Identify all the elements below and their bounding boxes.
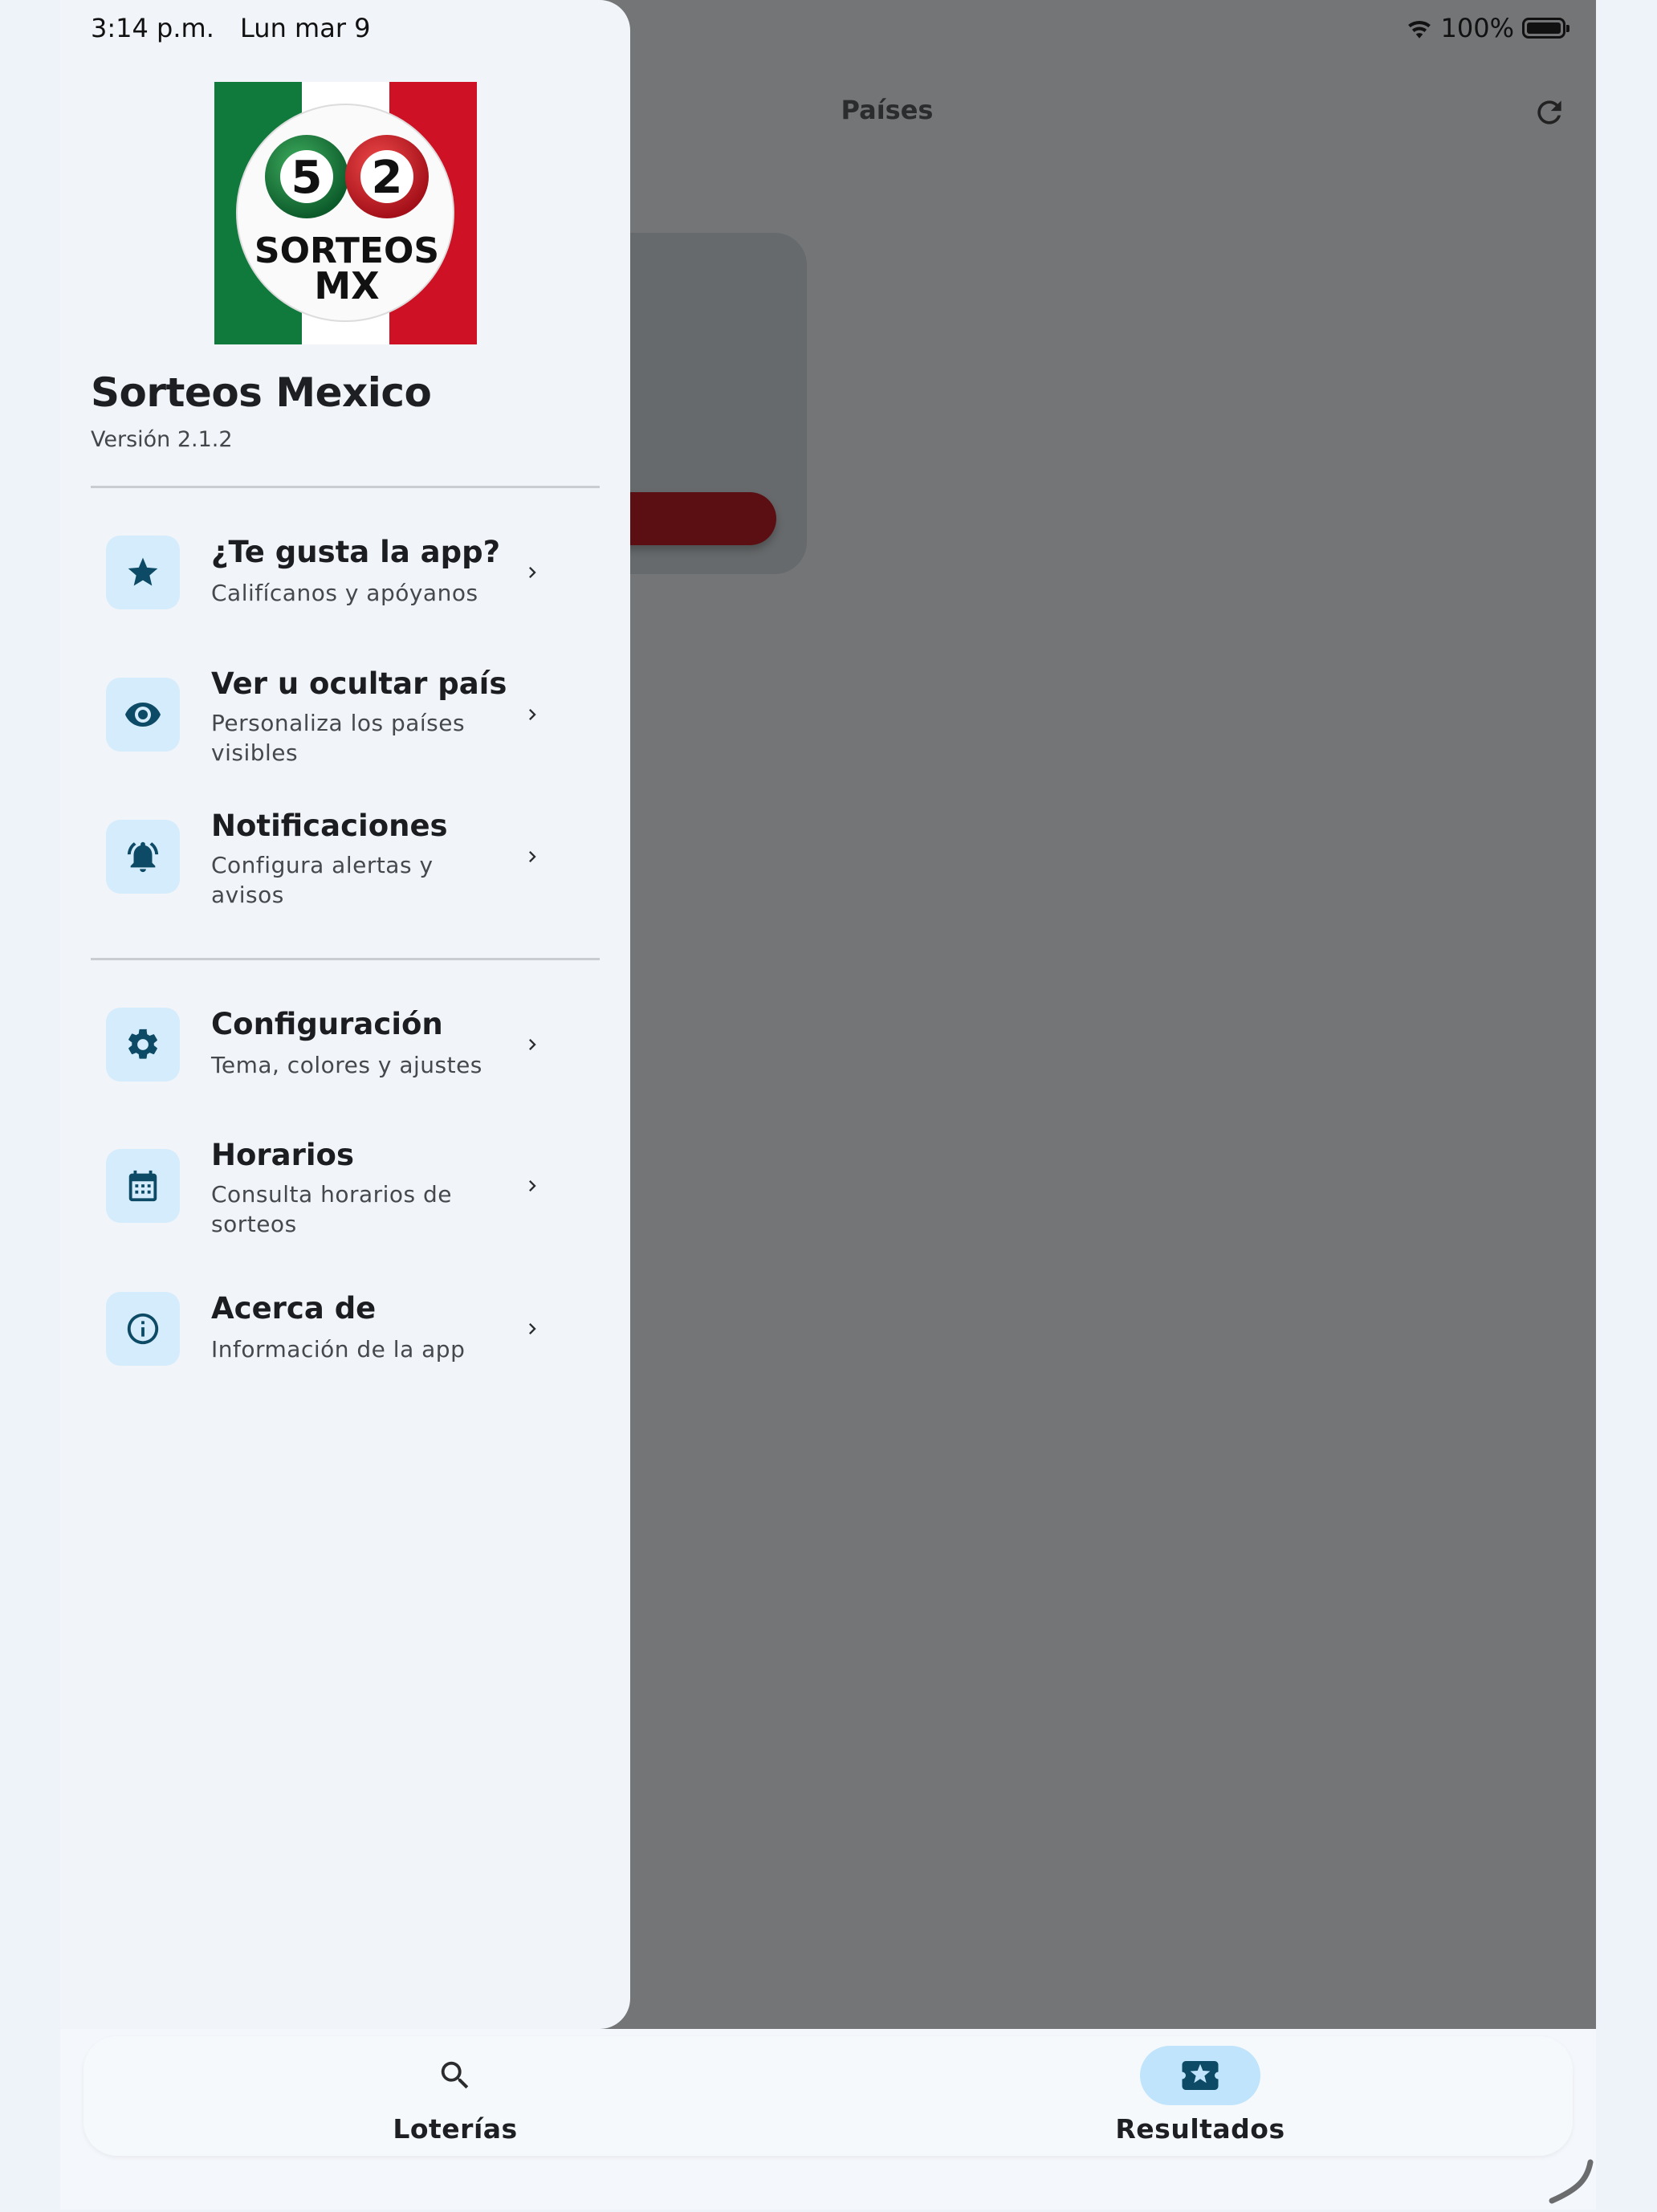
status-bar-right: 100%	[1406, 13, 1569, 43]
divider	[91, 958, 600, 960]
battery-fill	[1527, 22, 1561, 34]
page-title: Países	[841, 95, 934, 125]
app-version: Versión 2.1.2	[91, 427, 233, 452]
gear-icon-tile	[106, 1008, 180, 1082]
status-time: 3:14 p.m.	[91, 13, 214, 43]
menu-item-title: ¿Te gusta la app?	[211, 535, 501, 569]
chevron-right-icon	[516, 1029, 548, 1061]
chevron-right-icon	[516, 841, 548, 873]
app-logo: 5 2 SORTEOS MX	[214, 82, 477, 344]
nav-icon-container	[395, 2046, 515, 2105]
gear-icon	[128, 1029, 157, 1059]
menu-item-toggle-country[interactable]: Ver u ocultar país Personaliza los paíse…	[91, 666, 600, 787]
svg-text:5: 5	[291, 152, 323, 204]
menu-item-subtitle: Configura alertas y avisos	[211, 852, 434, 908]
calendar-icon-tile	[106, 1149, 180, 1223]
status-bar-left: 3:14 p.m. Lun mar 9	[91, 13, 389, 43]
wifi-icon	[1407, 21, 1431, 39]
menu-item-subtitle: Personaliza los países visibles	[211, 710, 466, 766]
nav-icon-container	[1140, 2046, 1260, 2105]
nav-tab-loterias[interactable]: Loterías	[335, 2036, 576, 2156]
eye-icon	[125, 703, 161, 727]
app-name: Sorteos Mexico	[91, 369, 432, 416]
menu-item-rate-app[interactable]: ¿Te gusta la app? Califícanos y apóyanos	[91, 523, 600, 644]
battery-percent: 100%	[1440, 13, 1514, 43]
svg-text:MX: MX	[314, 264, 379, 308]
nav-tab-resultados[interactable]: Resultados	[1080, 2036, 1321, 2156]
eye-icon-tile	[106, 678, 180, 752]
menu-item-title: Horarios	[211, 1138, 354, 1172]
device-screen: Países 100% 3:14 p.m. Lun mar 9 5 2 SORT…	[60, 0, 1596, 2210]
chevron-right-icon	[516, 699, 548, 731]
chevron-right-icon	[516, 1313, 548, 1345]
battery-icon	[1522, 18, 1569, 39]
menu-item-title: Acerca de	[211, 1291, 377, 1326]
bell-icon	[127, 841, 159, 873]
star-icon	[128, 557, 158, 586]
loading-spinner-icon	[1549, 2159, 1594, 2204]
star-icon-tile	[106, 536, 180, 609]
menu-item-title: Notificaciones	[211, 809, 448, 843]
info-icon	[127, 1313, 159, 1345]
chevron-right-icon	[516, 1170, 548, 1202]
menu-item-subtitle: Tema, colores y ajustes	[211, 1052, 482, 1078]
svg-text:2: 2	[372, 152, 403, 204]
bottom-navigation: Loterías Resultados	[83, 2036, 1573, 2156]
menu-item-subtitle: Califícanos y apóyanos	[211, 580, 478, 606]
menu-item-notifications[interactable]: Notificaciones Configura alertas y aviso…	[91, 809, 600, 929]
nav-label: Resultados	[1115, 2113, 1285, 2145]
menu-item-settings[interactable]: Configuración Tema, colores y ajustes	[91, 996, 600, 1116]
calendar-icon	[128, 1170, 157, 1202]
menu-item-subtitle: Consulta horarios de sorteos	[211, 1181, 453, 1237]
menu-item-subtitle: Información de la app	[211, 1336, 466, 1363]
status-date: Lun mar 9	[240, 13, 371, 43]
info-icon-tile	[106, 1292, 180, 1366]
bell-icon-tile	[106, 820, 180, 894]
refresh-button[interactable]	[1529, 92, 1569, 132]
search-icon	[441, 2061, 469, 2089]
menu-item-schedules[interactable]: Horarios Consulta horarios de sorteos	[91, 1138, 600, 1258]
menu-item-title: Ver u ocultar país	[211, 666, 507, 701]
ticket-star-icon	[1182, 2061, 1219, 2090]
chevron-right-icon	[516, 556, 548, 589]
divider	[91, 486, 600, 488]
menu-item-title: Configuración	[211, 1007, 443, 1041]
navigation-drawer: 3:14 p.m. Lun mar 9 5 2 SORTEOS MX Sorte…	[60, 0, 630, 2029]
menu-item-about[interactable]: Acerca de Información de la app	[91, 1280, 600, 1400]
refresh-icon	[1537, 100, 1561, 124]
nav-label: Loterías	[393, 2113, 518, 2145]
